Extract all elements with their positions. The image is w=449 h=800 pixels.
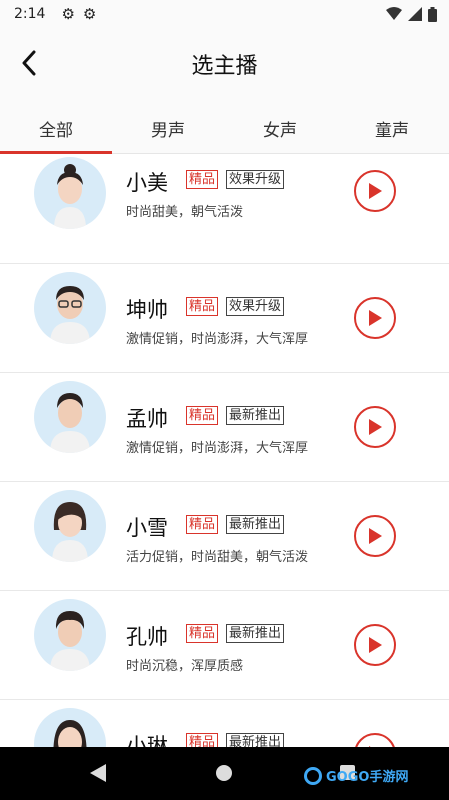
- play-icon: [369, 310, 382, 326]
- play-icon: [369, 637, 382, 653]
- anchor-name: 小琳: [126, 734, 168, 747]
- tab-child[interactable]: 童声: [336, 98, 448, 153]
- anchor-description: 激情促销，时尚澎湃，大气浑厚: [126, 441, 309, 456]
- anchor-description: 激情促销，时尚澎湃，大气浑厚: [126, 332, 309, 347]
- tab-male[interactable]: 男声: [112, 98, 224, 153]
- premium-badge: 精品: [186, 515, 219, 534]
- avatar: [34, 157, 106, 229]
- avatar: [34, 490, 106, 562]
- gear-icon: ⚙: [61, 5, 75, 23]
- status-badge: 最新推出: [226, 624, 285, 643]
- premium-badge: 精品: [186, 733, 219, 747]
- tab-female[interactable]: 女声: [224, 98, 336, 153]
- status-badge: 最新推出: [226, 515, 285, 534]
- avatar: [34, 381, 106, 453]
- anchor-list[interactable]: 小美 精品 效果升级 时尚甜美，朝气活泼 坤帅 精品 效果升级 激情促销，时尚澎…: [0, 155, 449, 747]
- anchor-name: 小雪: [126, 516, 168, 540]
- play-icon: [369, 419, 382, 435]
- voice-tabs: 全部 男声 女声 童声: [0, 98, 449, 154]
- anchor-name: 孔帅: [126, 625, 168, 649]
- avatar: [34, 708, 106, 747]
- battery-icon: [428, 6, 437, 22]
- list-item[interactable]: 小琳 精品 最新推出: [0, 700, 449, 747]
- play-button[interactable]: [354, 170, 396, 212]
- watermark-text: GOGO手游网: [326, 770, 409, 785]
- gear-icon: ⚙: [82, 5, 97, 23]
- signal-icon: [408, 7, 422, 21]
- status-badge: 最新推出: [226, 406, 285, 425]
- list-item[interactable]: 小美 精品 效果升级 时尚甜美，朝气活泼: [0, 155, 449, 264]
- premium-badge: 精品: [186, 170, 219, 189]
- app-bar: 选主播: [0, 28, 449, 98]
- tab-all[interactable]: 全部: [0, 98, 112, 154]
- premium-badge: 精品: [186, 297, 219, 316]
- play-icon: [369, 183, 382, 199]
- anchor-description: 活力促销，时尚甜美，朝气活泼: [126, 550, 309, 565]
- play-button[interactable]: [354, 733, 396, 747]
- status-badge: 效果升级: [226, 170, 285, 189]
- play-icon: [369, 528, 382, 544]
- play-button[interactable]: [354, 297, 396, 339]
- anchor-description: 时尚沉稳，浑厚质感: [126, 659, 244, 674]
- avatar: [34, 272, 106, 344]
- avatar: [34, 599, 106, 671]
- premium-badge: 精品: [186, 406, 219, 425]
- wifi-icon: [386, 7, 402, 20]
- page-title: 选主播: [191, 54, 258, 79]
- play-button[interactable]: [354, 624, 396, 666]
- watermark-logo: GOGO手游网: [304, 766, 408, 785]
- watermark-icon: [304, 766, 322, 785]
- list-item[interactable]: 小雪 精品 最新推出 活力促销，时尚甜美，朝气活泼: [0, 482, 449, 591]
- status-badge: 效果升级: [226, 297, 285, 316]
- list-item[interactable]: 孔帅 精品 最新推出 时尚沉稳，浑厚质感: [0, 591, 449, 700]
- status-time: 2:14: [14, 6, 46, 22]
- status-bar: 2:14 ⚙ ⚙: [0, 0, 449, 28]
- status-badge: 最新推出: [226, 733, 285, 747]
- back-triangle-icon[interactable]: [90, 764, 106, 782]
- home-circle-icon[interactable]: [216, 765, 232, 781]
- play-button[interactable]: [354, 515, 396, 557]
- anchor-description: 时尚甜美，朝气活泼: [126, 205, 244, 220]
- play-button[interactable]: [354, 406, 396, 448]
- premium-badge: 精品: [186, 624, 219, 643]
- anchor-name: 孟帅: [126, 407, 168, 431]
- anchor-name: 坤帅: [126, 298, 168, 322]
- list-item[interactable]: 孟帅 精品 最新推出 激情促销，时尚澎湃，大气浑厚: [0, 373, 449, 482]
- list-item[interactable]: 坤帅 精品 效果升级 激情促销，时尚澎湃，大气浑厚: [0, 264, 449, 373]
- anchor-name: 小美: [126, 171, 168, 195]
